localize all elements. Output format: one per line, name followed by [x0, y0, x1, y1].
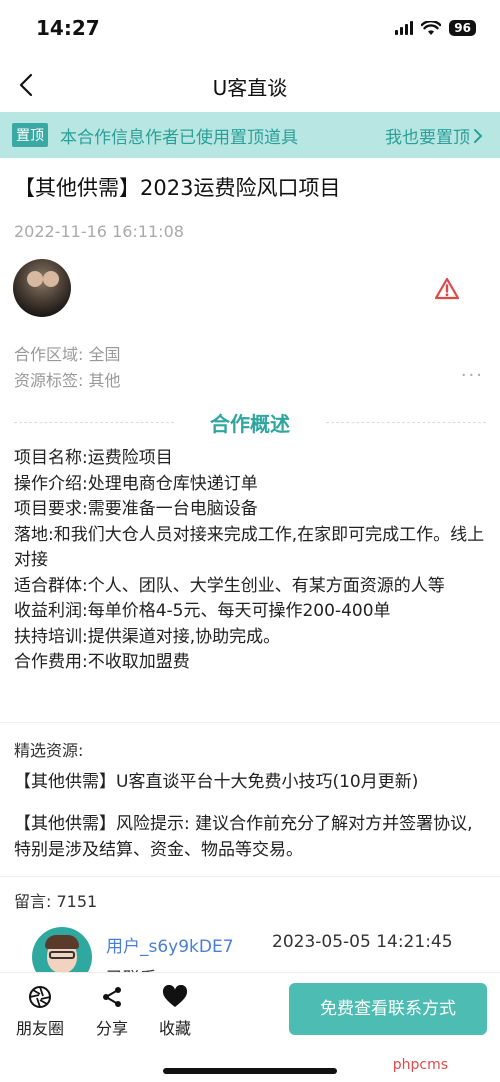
comments-count: 留言: 7151 [14, 892, 98, 911]
status-bar: 14:27 96 [0, 0, 500, 60]
share-moments-button[interactable]: 朋友圈 [10, 985, 70, 1039]
overview-line: 操作介绍:处理电商仓库快递订单 [14, 473, 258, 494]
pin-action-label: 我也要置顶 [385, 128, 470, 148]
overview-line: 项目要求:需要准备一台电脑设备 [14, 499, 258, 519]
wifi-icon [421, 20, 442, 36]
signal-icon [395, 21, 414, 35]
featured-label: 精选资源: [14, 741, 84, 760]
battery-indicator: 96 [449, 20, 476, 36]
bottom-action-bar: 朋友圈 分享 收藏 免费查看联系方式 phpcms [0, 972, 500, 1082]
share-button[interactable]: 分享 [82, 985, 142, 1039]
report-warning-icon[interactable] [434, 277, 460, 301]
share-icon [103, 987, 121, 1007]
favorite-button[interactable]: 收藏 [145, 985, 205, 1039]
home-indicator[interactable] [163, 1068, 337, 1074]
overview-line: 扶持培训:提供渠道对接,协助完成。 [14, 626, 281, 647]
pin-action-link[interactable]: 我也要置顶 [385, 123, 484, 148]
tag-value: 其他 [88, 371, 121, 390]
share-label: 分享 [95, 1019, 128, 1038]
aperture-icon [29, 986, 51, 1008]
cooperation-region: 合作区域: 全国 [14, 341, 121, 365]
divider [0, 722, 500, 723]
nav-bar: U客直谈 [0, 60, 500, 110]
page-title: U客直谈 [212, 76, 288, 100]
overview-line: 项目名称:运费险项目 [14, 448, 173, 468]
chevron-right-icon [474, 128, 483, 143]
featured-item-link[interactable]: 【其他供需】风险提示: 建议合作前充分了解对方并签署协议,特别是涉及结算、资金、… [14, 811, 484, 863]
overview-line: 合作费用:不收取加盟费 [14, 652, 190, 672]
resource-tag: 资源标签: 其他 [14, 367, 121, 391]
region-label: 合作区域: [14, 345, 84, 364]
status-time: 14:27 [36, 16, 100, 40]
tag-label: 资源标签: [14, 371, 84, 390]
pin-banner-text: 本合作信息作者已使用置顶道具 [60, 128, 298, 148]
comment-time: 2023-05-05 14:21:45 [272, 932, 453, 952]
overview-line: 落地:和我们大仓人员对接来完成工作,在家即可完成工作。线上对接 [14, 524, 485, 571]
author-avatar[interactable] [13, 259, 71, 317]
comment-item: 用户_s6y9kDE7 2023-05-05 14:21:45 已联系 [0, 920, 500, 989]
region-value: 全国 [88, 345, 121, 364]
moments-label: 朋友圈 [15, 1019, 64, 1038]
overview-line: 适合群体:个人、团队、大学生创业、有某方面资源的人等 [14, 575, 445, 596]
post-timestamp: 2022-11-16 16:11:08 [14, 222, 184, 241]
more-options-icon[interactable]: ··· [461, 365, 484, 386]
favorite-label: 收藏 [158, 1019, 191, 1038]
pin-banner: 置顶 本合作信息作者已使用置顶道具 我也要置顶 [0, 112, 500, 158]
overview-body: 项目名称:运费险项目 操作介绍:处理电商仓库快递订单 项目要求:需要准备一台电脑… [14, 446, 490, 676]
watermark: phpcms [392, 1057, 448, 1073]
pin-tag: 置顶 [12, 123, 48, 147]
view-contact-button[interactable]: 免费查看联系方式 [289, 983, 487, 1035]
heart-icon [162, 985, 188, 1007]
status-icons: 96 [395, 20, 476, 36]
featured-item-link[interactable]: 【其他供需】U客直谈平台十大免费小技巧(10月更新) [14, 769, 484, 795]
overview-line: 收益利润:每单价格4-5元、每天可操作200-400单 [14, 601, 391, 621]
divider [0, 876, 500, 877]
overview-section-header: 合作概述 [0, 408, 500, 438]
post-title: 【其他供需】2023运费险风口项目 [14, 176, 341, 200]
commenter-name[interactable]: 用户_s6y9kDE7 [106, 932, 234, 957]
